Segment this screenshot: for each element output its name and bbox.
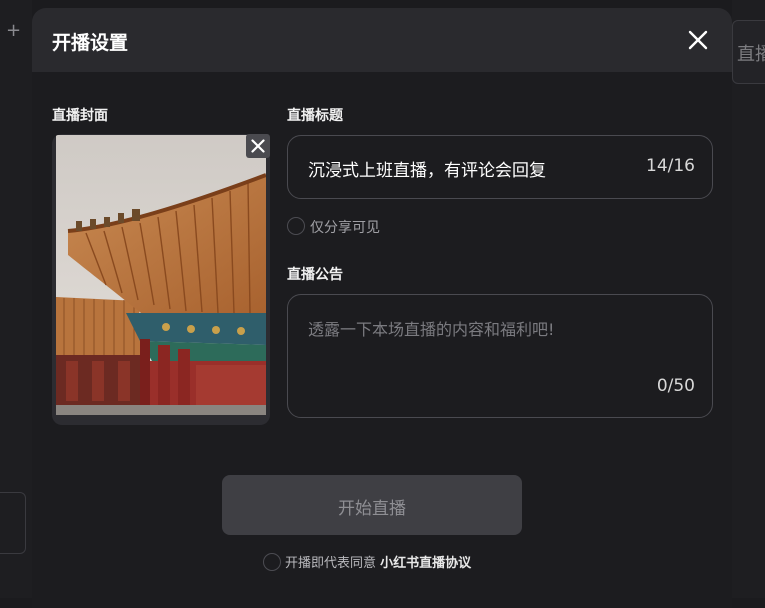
background-left-box bbox=[0, 492, 26, 554]
cover-image bbox=[56, 135, 266, 415]
close-button[interactable] bbox=[684, 26, 712, 54]
live-title-label: 直播标题 bbox=[287, 108, 343, 124]
close-icon bbox=[251, 139, 265, 153]
background-right-panel bbox=[732, 0, 765, 598]
modal-header: 开播设置 bbox=[32, 8, 732, 72]
agreement-checkbox[interactable] bbox=[263, 553, 281, 571]
remove-cover-button[interactable] bbox=[246, 134, 270, 158]
background-live-button: 直播 bbox=[732, 20, 765, 84]
notice-counter: 0/50 bbox=[656, 376, 695, 396]
agreement-prefix: 开播即代表同意 bbox=[285, 556, 377, 571]
start-live-label: 开始直播 bbox=[338, 499, 406, 519]
notice-label: 直播公告 bbox=[287, 267, 343, 283]
notice-textarea[interactable]: 透露一下本场直播的内容和福利吧! 0/50 bbox=[287, 294, 713, 418]
modal-title: 开播设置 bbox=[52, 32, 129, 54]
agreement-text: 开播即代表同意 小红书直播协议 bbox=[285, 552, 471, 571]
add-icon: + bbox=[6, 20, 22, 41]
start-live-button[interactable]: 开始直播 bbox=[222, 475, 522, 535]
live-title-input[interactable]: 沉浸式上班直播，有评论会回复 14/16 bbox=[287, 135, 713, 199]
notice-placeholder: 透露一下本场直播的内容和福利吧! bbox=[308, 320, 555, 339]
cover-label: 直播封面 bbox=[52, 108, 108, 124]
share-only-label: 仅分享可见 bbox=[310, 220, 380, 236]
share-only-radio[interactable] bbox=[287, 217, 305, 235]
background-live-button-label: 直播 bbox=[737, 44, 765, 65]
cover-upload[interactable] bbox=[52, 134, 270, 425]
live-title-counter: 14/16 bbox=[646, 156, 695, 176]
close-icon bbox=[688, 30, 708, 50]
live-title-value: 沉浸式上班直播，有评论会回复 bbox=[308, 161, 546, 181]
agreement-link[interactable]: 小红书直播协议 bbox=[380, 556, 471, 571]
live-settings-modal: 开播设置 直播封面 直播标题 沉浸式上班直播，有评论会回复 14/16 仅分享可… bbox=[32, 8, 732, 608]
